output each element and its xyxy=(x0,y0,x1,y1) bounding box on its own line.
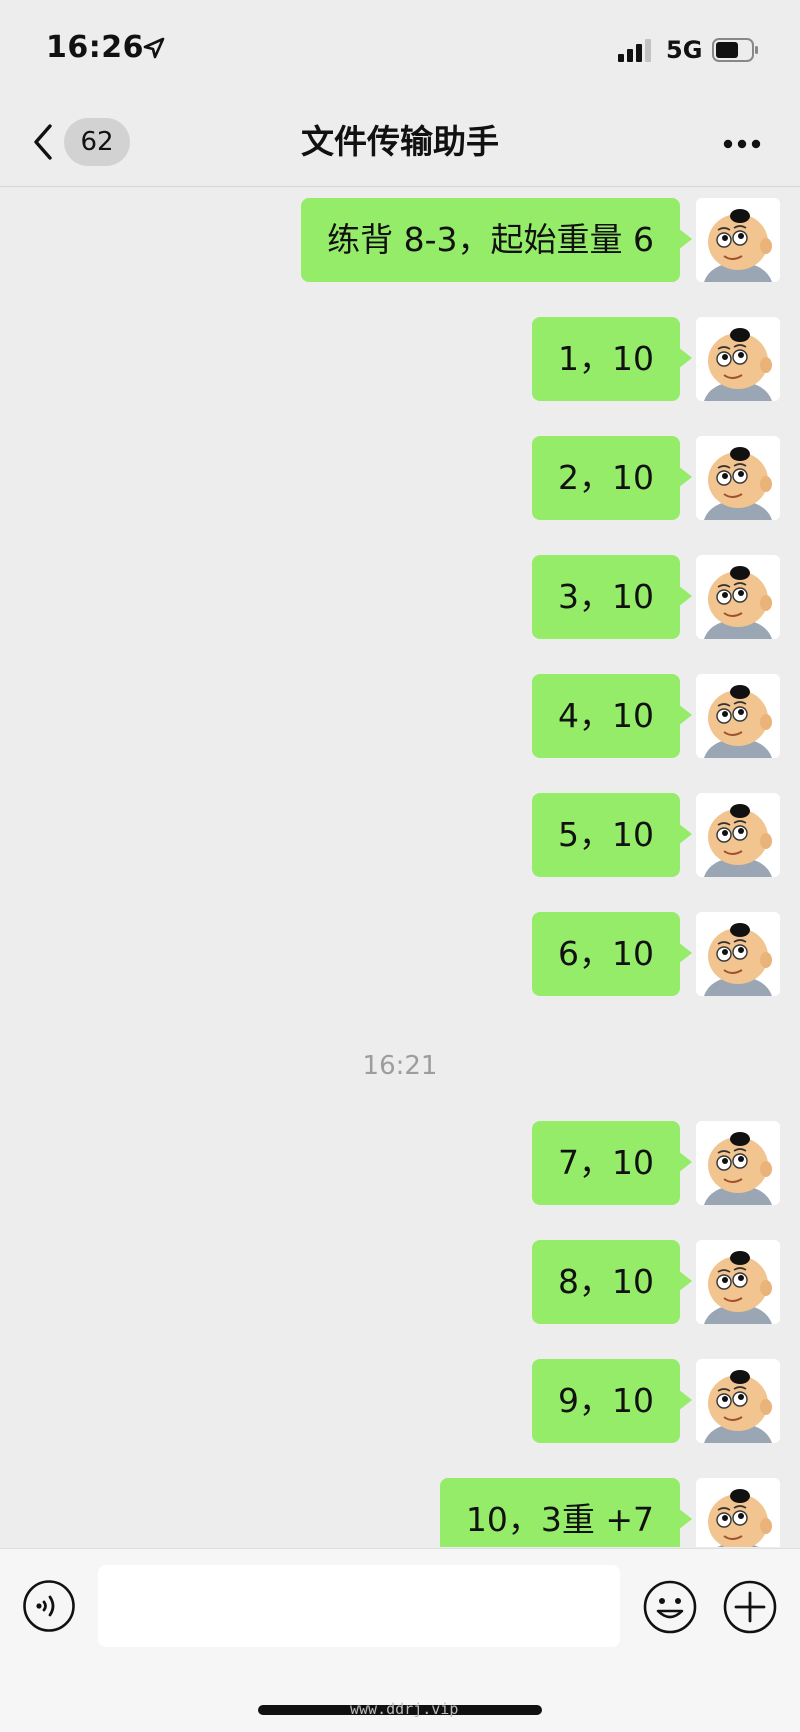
message-row: 练背 8-3，起始重量 6 xyxy=(0,198,780,282)
avatar[interactable] xyxy=(696,436,780,520)
message-row: 5，10 xyxy=(0,793,780,877)
message-bubble[interactable]: 1，10 xyxy=(532,317,692,401)
message-bubble[interactable]: 8，10 xyxy=(532,1240,692,1324)
message-bubble[interactable]: 练背 8-3，起始重量 6 xyxy=(301,198,692,282)
message-row: 3，10 xyxy=(0,555,780,639)
message-bubble[interactable]: 4，10 xyxy=(532,674,692,758)
voice-icon[interactable] xyxy=(22,1579,76,1633)
status-time: 16:26 xyxy=(46,30,144,65)
message-row: 4，10 xyxy=(0,674,780,758)
page-title: 文件传输助手 xyxy=(301,122,499,161)
avatar[interactable] xyxy=(696,555,780,639)
ellipsis-icon[interactable] xyxy=(722,138,762,150)
avatar[interactable] xyxy=(696,1359,780,1443)
avatar[interactable] xyxy=(696,198,780,282)
message-timestamp: 16:21 xyxy=(362,1051,438,1081)
message-bubble[interactable]: 10，3重 +7 xyxy=(439,1478,693,1547)
message-row: 6，10 xyxy=(0,912,780,996)
message-bubble[interactable]: 5，10 xyxy=(532,793,692,877)
signal-icon xyxy=(618,39,651,62)
message-bubble[interactable]: 7，10 xyxy=(532,1121,692,1205)
message-row: 8，10 xyxy=(0,1240,780,1324)
message-row: 9，10 xyxy=(0,1359,780,1443)
message-row: 2，10 xyxy=(0,436,780,520)
avatar[interactable] xyxy=(696,1478,780,1547)
message-bubble[interactable]: 2，10 xyxy=(532,436,692,520)
message-bubble[interactable]: 6，10 xyxy=(532,912,692,996)
message-bubble[interactable]: 3，10 xyxy=(532,555,692,639)
message-row: 1，10 xyxy=(0,317,780,401)
avatar[interactable] xyxy=(696,317,780,401)
location-arrow-icon xyxy=(143,37,165,59)
avatar[interactable] xyxy=(696,912,780,996)
chat-message-list[interactable]: 练背 8-3，起始重量 6 1，10 2，10 3，10 4，10 5，10 6… xyxy=(0,187,800,1547)
plus-icon[interactable] xyxy=(722,1579,778,1635)
watermark: www.ddrj.vip xyxy=(350,1700,459,1718)
smiley-icon[interactable] xyxy=(642,1579,698,1635)
nav-bar: 62 文件传输助手 xyxy=(0,100,800,187)
message-row: 10，3重 +7 xyxy=(0,1478,780,1547)
message-row: 7，10 xyxy=(0,1121,780,1205)
avatar[interactable] xyxy=(696,674,780,758)
message-bubble[interactable]: 9，10 xyxy=(532,1359,692,1443)
avatar[interactable] xyxy=(696,1121,780,1205)
message-input[interactable] xyxy=(98,1565,620,1647)
battery-icon xyxy=(712,38,758,62)
avatar[interactable] xyxy=(696,1240,780,1324)
avatar[interactable] xyxy=(696,793,780,877)
network-label: 5G xyxy=(666,36,703,64)
status-bar: 16:26 5G xyxy=(0,0,800,100)
